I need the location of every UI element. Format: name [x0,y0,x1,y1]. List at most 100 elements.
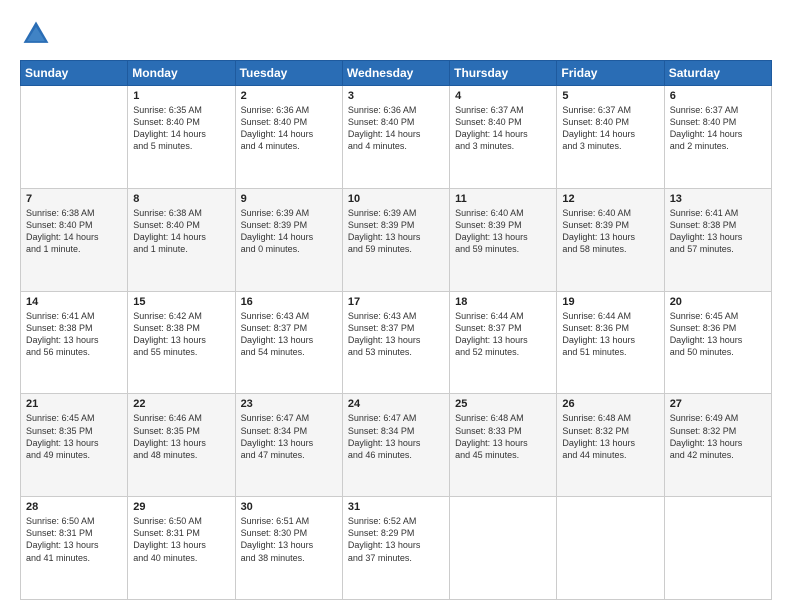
logo-icon [20,18,52,50]
day-number: 13 [670,193,766,205]
day-number: 30 [241,501,337,513]
cell-info: Sunrise: 6:44 AM Sunset: 8:37 PM Dayligh… [455,310,551,359]
cell-info: Sunrise: 6:51 AM Sunset: 8:30 PM Dayligh… [241,515,337,564]
calendar-cell: 16 Sunrise: 6:43 AM Sunset: 8:37 PM Dayli… [235,291,342,394]
calendar-cell: 4Sunrise: 6:37 AM Sunset: 8:40 PM Daylig… [450,86,557,189]
cell-info: Sunrise: 6:45 AM Sunset: 8:35 PM Dayligh… [26,412,122,461]
calendar-cell: 15 Sunrise: 6:42 AM Sunset: 8:38 PM Dayli… [128,291,235,394]
calendar-cell: 26 Sunrise: 6:48 AM Sunset: 8:32 PM Dayli… [557,394,664,497]
day-number: 2 [241,90,337,102]
day-number: 19 [562,296,658,308]
cell-info: Sunrise: 6:43 AM Sunset: 8:37 PM Dayligh… [241,310,337,359]
calendar-header-saturday: Saturday [664,61,771,86]
logo [20,18,56,50]
calendar-cell: 6Sunrise: 6:37 AM Sunset: 8:40 PM Daylig… [664,86,771,189]
calendar-cell [664,497,771,600]
cell-info: Sunrise: 6:39 AM Sunset: 8:39 PM Dayligh… [241,207,337,256]
cell-info: Sunrise: 6:52 AM Sunset: 8:29 PM Dayligh… [348,515,444,564]
cell-info: Sunrise: 6:41 AM Sunset: 8:38 PM Dayligh… [26,310,122,359]
calendar-cell: 5 Sunrise: 6:37 AM Sunset: 8:40 PM Daylig… [557,86,664,189]
calendar-week-row: 1Sunrise: 6:35 AM Sunset: 8:40 PM Daylig… [21,86,772,189]
cell-info: Sunrise: 6:45 AM Sunset: 8:36 PM Dayligh… [670,310,766,359]
calendar-cell: 29 Sunrise: 6:50 AM Sunset: 8:31 PM Dayli… [128,497,235,600]
cell-info: Sunrise: 6:37 AM Sunset: 8:40 PM Dayligh… [670,104,766,153]
calendar-cell: 31 Sunrise: 6:52 AM Sunset: 8:29 PM Dayli… [342,497,449,600]
cell-info: Sunrise: 6:48 AM Sunset: 8:33 PM Dayligh… [455,412,551,461]
calendar-cell [21,86,128,189]
cell-info: Sunrise: 6:49 AM Sunset: 8:32 PM Dayligh… [670,412,766,461]
calendar-cell: 2 Sunrise: 6:36 AM Sunset: 8:40 PM Daylig… [235,86,342,189]
day-number: 21 [26,398,122,410]
calendar-cell [557,497,664,600]
cell-info: Sunrise: 6:47 AM Sunset: 8:34 PM Dayligh… [348,412,444,461]
day-number: 25 [455,398,551,410]
day-number: 26 [562,398,658,410]
day-number: 12 [562,193,658,205]
day-number: 22 [133,398,229,410]
cell-info: Sunrise: 6:36 AM Sunset: 8:40 PM Dayligh… [348,104,444,153]
calendar-cell: 28 Sunrise: 6:50 AM Sunset: 8:31 PM Dayli… [21,497,128,600]
calendar-cell: 18 Sunrise: 6:44 AM Sunset: 8:37 PM Dayli… [450,291,557,394]
calendar-cell: 21 Sunrise: 6:45 AM Sunset: 8:35 PM Dayli… [21,394,128,497]
calendar-header-monday: Monday [128,61,235,86]
calendar-week-row: 21 Sunrise: 6:45 AM Sunset: 8:35 PM Dayli… [21,394,772,497]
calendar-cell: 17 Sunrise: 6:43 AM Sunset: 8:37 PM Dayli… [342,291,449,394]
cell-info: Sunrise: 6:40 AM Sunset: 8:39 PM Dayligh… [562,207,658,256]
cell-info: Sunrise: 6:41 AM Sunset: 8:38 PM Dayligh… [670,207,766,256]
day-number: 28 [26,501,122,513]
day-number: 20 [670,296,766,308]
calendar-week-row: 7 Sunrise: 6:38 AM Sunset: 8:40 PM Daylig… [21,188,772,291]
cell-info: Sunrise: 6:46 AM Sunset: 8:35 PM Dayligh… [133,412,229,461]
cell-info: Sunrise: 6:47 AM Sunset: 8:34 PM Dayligh… [241,412,337,461]
day-number: 5 [562,90,658,102]
calendar-header-wednesday: Wednesday [342,61,449,86]
day-number: 1 [133,90,229,102]
calendar-cell: 25 Sunrise: 6:48 AM Sunset: 8:33 PM Dayli… [450,394,557,497]
calendar-header-sunday: Sunday [21,61,128,86]
day-number: 29 [133,501,229,513]
day-number: 27 [670,398,766,410]
calendar-cell: 24 Sunrise: 6:47 AM Sunset: 8:34 PM Dayli… [342,394,449,497]
calendar-week-row: 28 Sunrise: 6:50 AM Sunset: 8:31 PM Dayli… [21,497,772,600]
day-number: 17 [348,296,444,308]
day-number: 15 [133,296,229,308]
day-number: 3 [348,90,444,102]
day-number: 31 [348,501,444,513]
calendar-cell: 7Sunrise: 6:38 AM Sunset: 8:40 PM Daylig… [21,188,128,291]
day-number: 16 [241,296,337,308]
calendar-cell: 9 Sunrise: 6:39 AM Sunset: 8:39 PM Daylig… [235,188,342,291]
calendar-cell: 14Sunrise: 6:41 AM Sunset: 8:38 PM Dayli… [21,291,128,394]
day-number: 10 [348,193,444,205]
day-number: 7 [26,193,122,205]
calendar-cell: 20 Sunrise: 6:45 AM Sunset: 8:36 PM Dayli… [664,291,771,394]
cell-info: Sunrise: 6:37 AM Sunset: 8:40 PM Dayligh… [562,104,658,153]
calendar-cell: 11Sunrise: 6:40 AM Sunset: 8:39 PM Dayli… [450,188,557,291]
day-number: 24 [348,398,444,410]
cell-info: Sunrise: 6:36 AM Sunset: 8:40 PM Dayligh… [241,104,337,153]
cell-info: Sunrise: 6:50 AM Sunset: 8:31 PM Dayligh… [26,515,122,564]
calendar-cell [450,497,557,600]
cell-info: Sunrise: 6:40 AM Sunset: 8:39 PM Dayligh… [455,207,551,256]
calendar-cell: 3 Sunrise: 6:36 AM Sunset: 8:40 PM Daylig… [342,86,449,189]
cell-info: Sunrise: 6:39 AM Sunset: 8:39 PM Dayligh… [348,207,444,256]
day-number: 9 [241,193,337,205]
cell-info: Sunrise: 6:43 AM Sunset: 8:37 PM Dayligh… [348,310,444,359]
calendar-cell: 30 Sunrise: 6:51 AM Sunset: 8:30 PM Dayli… [235,497,342,600]
cell-info: Sunrise: 6:44 AM Sunset: 8:36 PM Dayligh… [562,310,658,359]
cell-info: Sunrise: 6:38 AM Sunset: 8:40 PM Dayligh… [133,207,229,256]
calendar-cell: 22 Sunrise: 6:46 AM Sunset: 8:35 PM Dayli… [128,394,235,497]
calendar-header-thursday: Thursday [450,61,557,86]
cell-info: Sunrise: 6:48 AM Sunset: 8:32 PM Dayligh… [562,412,658,461]
cell-info: Sunrise: 6:50 AM Sunset: 8:31 PM Dayligh… [133,515,229,564]
cell-info: Sunrise: 6:42 AM Sunset: 8:38 PM Dayligh… [133,310,229,359]
calendar-week-row: 14Sunrise: 6:41 AM Sunset: 8:38 PM Dayli… [21,291,772,394]
calendar-cell: 10 Sunrise: 6:39 AM Sunset: 8:39 PM Dayli… [342,188,449,291]
calendar-cell: 1Sunrise: 6:35 AM Sunset: 8:40 PM Daylig… [128,86,235,189]
day-number: 18 [455,296,551,308]
header [20,18,772,50]
calendar-header-tuesday: Tuesday [235,61,342,86]
calendar-header-friday: Friday [557,61,664,86]
calendar-table: SundayMondayTuesdayWednesdayThursdayFrid… [20,60,772,600]
calendar-cell: 19 Sunrise: 6:44 AM Sunset: 8:36 PM Dayli… [557,291,664,394]
calendar-cell: 23Sunrise: 6:47 AM Sunset: 8:34 PM Dayli… [235,394,342,497]
